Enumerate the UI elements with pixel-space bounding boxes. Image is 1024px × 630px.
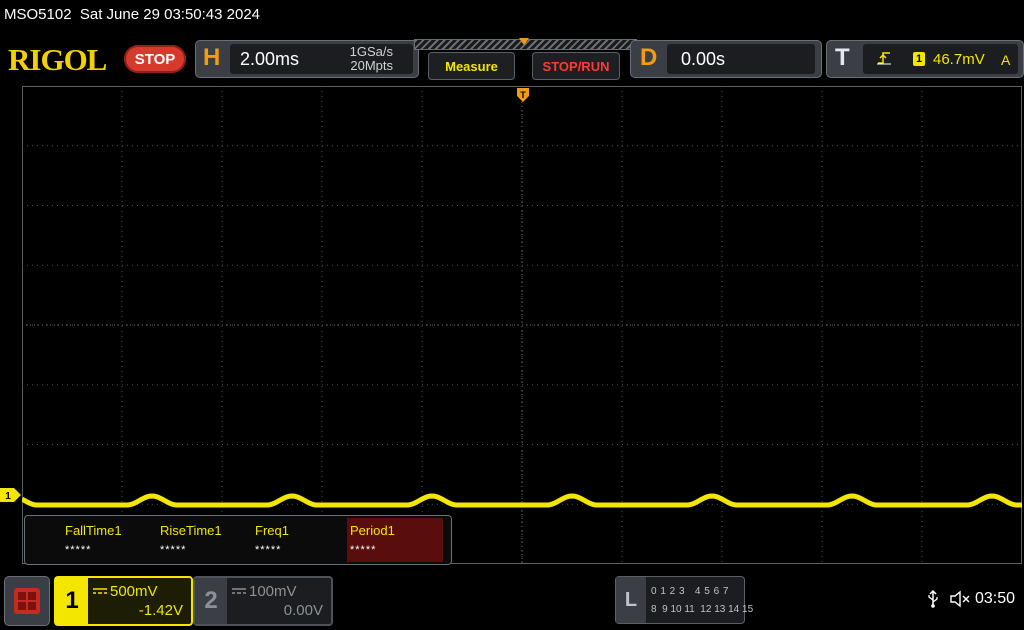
- trigger-time-marker: T: [517, 88, 529, 102]
- ch1-marker-label: 1: [5, 491, 11, 502]
- measurement-name: Period1: [350, 523, 395, 538]
- channel-1-panel[interactable]: 1 500mV -1.42V: [54, 576, 193, 626]
- memory-depth-value: 20Mpts: [350, 58, 393, 73]
- measurement-value: *****: [65, 544, 92, 556]
- trigger-mode-value: A: [1001, 52, 1011, 68]
- measurement-value: *****: [350, 544, 377, 556]
- trigger-position-marker-icon: [519, 38, 529, 45]
- measurement-name: Freq1: [255, 523, 289, 538]
- trigger-readout: 1 46.7mV A: [863, 44, 1018, 74]
- delay-panel[interactable]: D 0.00s: [630, 40, 822, 78]
- trigger-level-value: 46.7mV: [933, 51, 985, 68]
- trigger-source-badge: 1: [913, 52, 925, 66]
- trigger-marker-label: T: [520, 90, 526, 100]
- horizontal-label: H: [203, 44, 221, 71]
- measurement-value: *****: [255, 544, 282, 556]
- logic-analyzer-label: L: [616, 577, 646, 623]
- system-clock: 03:50: [975, 590, 1016, 607]
- channel-2-offset: 0.00V: [283, 602, 323, 619]
- waveform-display[interactable]: T: [22, 86, 1022, 564]
- delay-readout: 0.00s: [667, 44, 815, 74]
- dc-coupling-icon: [93, 588, 107, 594]
- channel-1-scale: 500mV: [110, 583, 158, 600]
- rising-edge-icon: [877, 52, 891, 65]
- delay-value: 0.00s: [681, 49, 726, 69]
- timebase-value: 2.00ms: [240, 49, 300, 69]
- channel-2-number: 2: [195, 578, 227, 624]
- graticule: [22, 86, 1022, 564]
- measurement-name: FallTime1: [65, 523, 122, 538]
- stop-run-button[interactable]: STOP/RUN: [532, 52, 620, 80]
- channel-2-scale: 100mV: [249, 583, 297, 600]
- usb-icon: [928, 590, 938, 608]
- measure-button[interactable]: Measure: [428, 52, 515, 80]
- trigger-label: T: [835, 44, 850, 71]
- acquisition-status-badge[interactable]: STOP: [124, 45, 186, 73]
- logic-analyzer-panel[interactable]: L 0 1 2 3 4 5 6 7 8 9 10 11 12 13 14 15: [615, 576, 753, 624]
- ch1-waveform: [22, 493, 1022, 508]
- device-title-line: MSO5102 Sat June 29 03:50:43 2024: [4, 6, 261, 23]
- sample-rate-value: 1GSa/s: [349, 44, 393, 59]
- sample-rate-readout: 1GSa/s 20Mpts: [350, 45, 393, 73]
- main-menu-button[interactable]: [4, 576, 50, 626]
- measurement-panel: FallTime1 ***** RiseTime1 ***** Freq1 **…: [24, 515, 452, 565]
- horizontal-readout: 2.00ms 1GSa/s 20Mpts: [230, 44, 413, 74]
- trigger-panel[interactable]: T 1 46.7mV A: [826, 40, 1024, 78]
- ch1-ground-marker[interactable]: 1: [0, 487, 22, 503]
- measurement-value: *****: [160, 544, 187, 556]
- dc-coupling-icon: [232, 588, 246, 594]
- delay-label: D: [640, 44, 658, 71]
- mute-speaker-icon[interactable]: [950, 590, 970, 608]
- channel-1-offset: -1.42V: [138, 602, 183, 619]
- grid-menu-icon: [14, 588, 40, 614]
- rigol-logo: RIGOL: [8, 42, 107, 77]
- channel-1-number: 1: [56, 578, 88, 624]
- measurement-name: RiseTime1: [160, 523, 222, 538]
- channel-2-panel[interactable]: 2 100mV 0.00V: [193, 576, 333, 626]
- logic-channels-row-2: 8 9 10 11 12 13 14 15: [651, 604, 754, 615]
- horizontal-panel[interactable]: H 2.00ms 1GSa/s 20Mpts: [195, 40, 419, 78]
- logic-channels-row-1: 0 1 2 3 4 5 6 7: [651, 586, 729, 597]
